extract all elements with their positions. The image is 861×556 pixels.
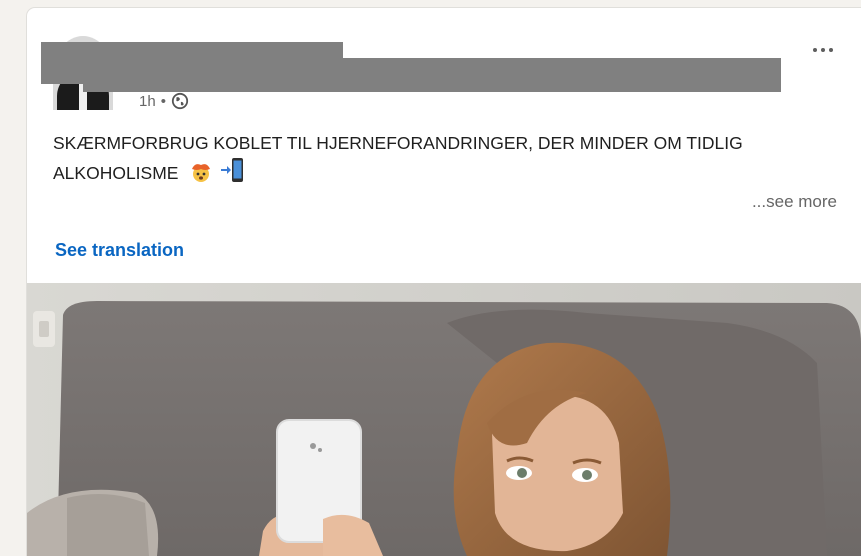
- exploding-head-emoji: [192, 164, 211, 182]
- more-options-button[interactable]: [803, 38, 843, 62]
- post-text: SKÆRMFORBRUG KOBLET TIL HJERNEFORANDRING…: [53, 133, 743, 183]
- globe-icon: [171, 92, 189, 110]
- ellipsis-dot: [821, 48, 825, 52]
- phone-with-arrow-emoji: [221, 158, 244, 182]
- post-image-illustration: [27, 283, 861, 556]
- ellipsis-icon: [813, 48, 817, 52]
- see-translation-link[interactable]: See translation: [55, 240, 184, 261]
- post-meta: 1h •: [139, 92, 189, 110]
- post-time: 1h: [139, 92, 156, 110]
- redaction-bar: [41, 66, 83, 84]
- post-card: 1h • SKÆRMFORBRUG KOBLET TIL HJERNEFORAN…: [27, 8, 861, 556]
- post-body: SKÆRMFORBRUG KOBLET TIL HJERNEFORANDRING…: [53, 130, 833, 187]
- redaction-bar: [83, 58, 781, 92]
- ellipsis-dot: [829, 48, 833, 52]
- meta-separator: •: [160, 92, 166, 110]
- post-image[interactable]: [27, 283, 861, 556]
- see-more-link[interactable]: ...see more: [752, 192, 837, 212]
